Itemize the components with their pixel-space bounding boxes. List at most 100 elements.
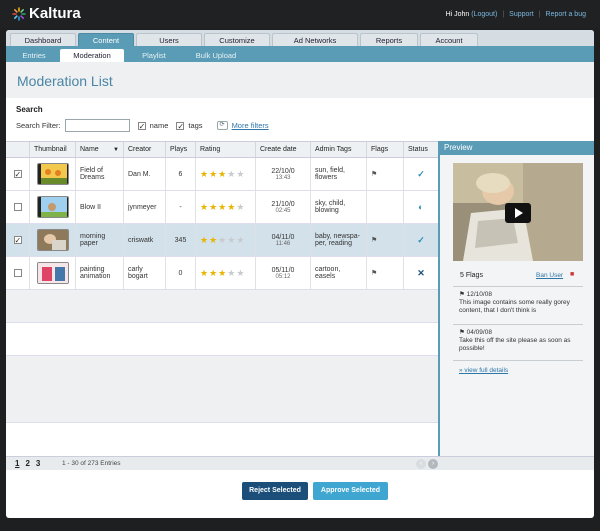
col-flags[interactable]: Flags: [367, 142, 404, 157]
thumbnail-cell[interactable]: [30, 224, 76, 256]
play-button[interactable]: [505, 203, 531, 223]
subtab-entries[interactable]: Entries: [10, 49, 58, 62]
logout-link[interactable]: (Logout): [471, 11, 497, 18]
row-checkbox[interactable]: ✓: [13, 236, 22, 245]
row-checkbox[interactable]: ✓: [13, 170, 22, 179]
flags-cell[interactable]: ⚑: [367, 158, 404, 190]
col-name[interactable]: Name ▼: [76, 142, 124, 157]
status-approved-icon[interactable]: ✓: [417, 235, 425, 246]
select-cell[interactable]: [6, 191, 30, 223]
empty-row: [6, 356, 438, 423]
tags-cell: sky, child, blowing: [311, 191, 367, 223]
creator-cell: carly bogart: [124, 257, 166, 289]
tab-account[interactable]: Account: [420, 33, 478, 46]
flag-note: ⚑ 12/10/08 This image contains some real…: [459, 291, 583, 315]
subtab-playlist[interactable]: Playlist: [126, 49, 182, 62]
thumbnail-image[interactable]: [36, 262, 69, 284]
flags-cell[interactable]: [367, 191, 404, 223]
select-cell[interactable]: [6, 257, 30, 289]
report-bug-link[interactable]: Report a bug: [546, 11, 586, 18]
logo-burst-icon: [12, 6, 26, 21]
subtab-moderation[interactable]: Moderation: [60, 49, 124, 62]
support-link[interactable]: Support: [509, 11, 534, 18]
col-thumbnail[interactable]: Thumbnail: [30, 142, 76, 157]
col-plays[interactable]: Plays: [166, 142, 196, 157]
preview-title: Preview: [440, 141, 594, 155]
more-filters-icon[interactable]: ⟳: [216, 121, 228, 130]
more-filters-link[interactable]: More filters: [232, 121, 269, 130]
star-icon: ★: [200, 234, 209, 245]
divider: [453, 324, 583, 325]
table-row[interactable]: ✓ morning paper criswatk 345 ★ ★ ★ ★ ★ 04/11/0 11:…: [6, 224, 438, 257]
divider: [453, 360, 583, 361]
row-checkbox[interactable]: [13, 203, 22, 211]
tab-reports[interactable]: Reports: [360, 33, 418, 46]
tags-checkbox[interactable]: ✓: [176, 121, 185, 130]
col-select: [6, 142, 30, 157]
col-status[interactable]: Status: [404, 142, 438, 157]
page-3[interactable]: 3: [36, 459, 40, 468]
scroll-left-icon[interactable]: ‹: [416, 459, 426, 469]
video-player[interactable]: [453, 163, 583, 261]
view-full-details-link[interactable]: » view full details: [459, 367, 508, 374]
create-time: 13:43: [275, 174, 291, 181]
thumbnail-cell[interactable]: [30, 257, 76, 289]
col-admin-tags[interactable]: Admin Tags: [311, 142, 367, 157]
thumbnail-image[interactable]: [36, 196, 69, 218]
top-bar: Kaltura Hi John (Logout) | Support | Rep…: [0, 0, 600, 28]
rating-cell: ★ ★ ★ ★ ★: [196, 158, 256, 190]
thumbnail-image[interactable]: [36, 229, 69, 251]
thumbnail-image[interactable]: [36, 163, 69, 185]
col-rating[interactable]: Rating: [196, 142, 256, 157]
note-text: This image contains some really gorey co…: [459, 299, 570, 314]
subtab-bulk-upload[interactable]: Bulk Upload: [184, 49, 248, 62]
flag-icon[interactable]: ⚑: [371, 269, 377, 277]
flag-icon[interactable]: ⚑: [371, 236, 377, 244]
flag-icon[interactable]: ⚑: [371, 170, 377, 178]
main-frame: Dashboard Content Users Customize Ad Net…: [6, 30, 594, 518]
moderation-table: Thumbnail Name ▼ Creator Plays Rating Cr…: [6, 141, 438, 456]
rating-cell: ★ ★ ★ ★ ★: [196, 257, 256, 289]
kaltura-logo[interactable]: Kaltura: [12, 5, 81, 22]
select-cell[interactable]: ✓: [6, 158, 30, 190]
col-creator[interactable]: Creator: [124, 142, 166, 157]
flags-cell[interactable]: ⚑: [367, 224, 404, 256]
star-icon: ★: [227, 168, 236, 179]
name-checkbox[interactable]: ✓: [137, 121, 146, 130]
flags-cell[interactable]: ⚑: [367, 257, 404, 289]
creator-name: criswatk: [128, 236, 154, 244]
thumbnail-cell[interactable]: [30, 191, 76, 223]
status-approved-icon[interactable]: ✓: [417, 169, 425, 180]
status-pending-icon[interactable]: ◐: [418, 202, 423, 212]
note-text: Take this off the site please as soon as…: [459, 337, 571, 352]
col-create-date[interactable]: Create date: [256, 142, 311, 157]
table-row[interactable]: painting animation carly bogart 0 ★ ★ ★ ★ ★ 05/1…: [6, 257, 438, 290]
name-cell: painting animation: [76, 257, 124, 289]
entry-name: Field of Dreams: [80, 167, 105, 181]
search-input[interactable]: [64, 119, 130, 132]
tab-content[interactable]: Content: [78, 33, 134, 46]
tags-cell: sun, field, flowers: [311, 158, 367, 190]
star-icon: ★: [227, 267, 236, 278]
ban-user-link[interactable]: Ban User: [536, 272, 563, 279]
lock-icon[interactable]: ■: [570, 271, 574, 278]
star-icon: ★: [209, 168, 218, 179]
reject-selected-button[interactable]: Reject Selected: [242, 482, 308, 500]
star-icon: ★: [218, 168, 227, 179]
approve-selected-button[interactable]: Approve Selected: [313, 482, 388, 500]
date-cell: 22/10/0 13:43: [256, 158, 311, 190]
table-row[interactable]: Blow II jynmeyer - ★ ★ ★ ★ ★ 21/10/0 02:45 sky, ch…: [6, 191, 438, 224]
status-rejected-icon[interactable]: ✕: [417, 268, 425, 279]
tab-ad-networks[interactable]: Ad Networks: [272, 33, 358, 46]
select-cell[interactable]: ✓: [6, 224, 30, 256]
thumbnail-cell[interactable]: [30, 158, 76, 190]
table-row[interactable]: ✓ Field of Dreams Dan M. 6 ★ ★ ★ ★ ★ 22/10/0 13:43…: [6, 158, 438, 191]
tab-users[interactable]: Users: [136, 33, 202, 46]
tab-customize[interactable]: Customize: [204, 33, 270, 46]
tab-dashboard[interactable]: Dashboard: [10, 33, 76, 46]
star-icon: ★: [209, 267, 218, 278]
page-2[interactable]: 2: [25, 459, 29, 468]
page-1[interactable]: 1: [15, 459, 19, 468]
row-checkbox[interactable]: [13, 269, 22, 277]
scroll-right-icon[interactable]: ›: [428, 459, 438, 469]
